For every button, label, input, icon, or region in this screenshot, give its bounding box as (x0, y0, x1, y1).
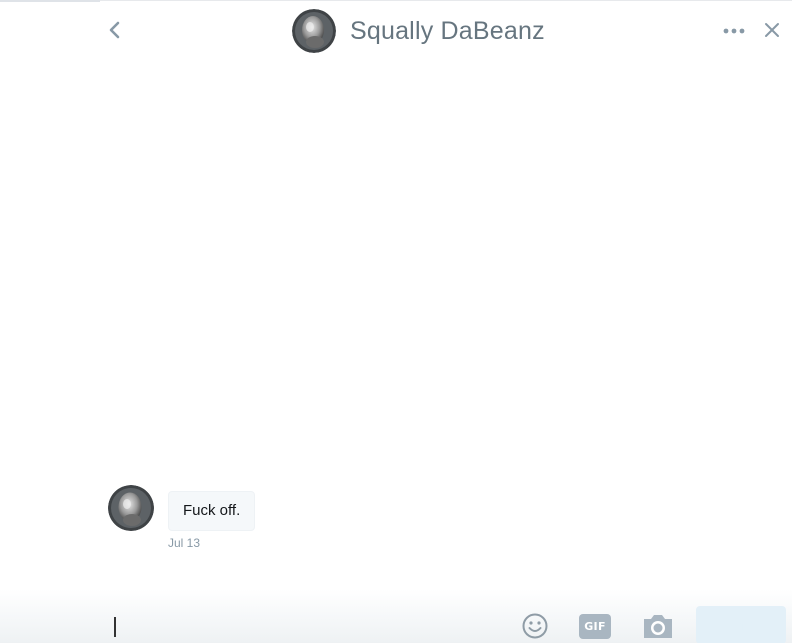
chevron-left-icon (109, 21, 120, 39)
send-button[interactable]: Send (696, 606, 786, 643)
dm-conversation-window: Squally DaBeanz Fuck off. Jul 13 GIF Sen… (0, 0, 792, 643)
avatar[interactable] (292, 9, 336, 53)
conversation-title[interactable]: Squally DaBeanz (350, 17, 545, 46)
conversation-title-group[interactable]: Squally DaBeanz (292, 9, 545, 53)
more-options-button[interactable] (720, 21, 748, 41)
emoji-button[interactable] (521, 612, 549, 640)
message-timestamp: Jul 13 (168, 536, 201, 550)
message-composer: GIF Send (0, 589, 792, 643)
message-input[interactable] (118, 611, 502, 643)
more-dots-icon (723, 28, 745, 34)
message-bubble[interactable]: Fuck off. (168, 491, 256, 531)
text-cursor (114, 617, 116, 637)
camera-button[interactable] (641, 611, 675, 641)
emoji-icon (522, 613, 548, 639)
camera-icon (644, 615, 672, 638)
gif-button[interactable]: GIF (579, 614, 611, 639)
message-avatar[interactable] (108, 485, 154, 531)
avatar-image (292, 9, 336, 53)
close-button[interactable] (760, 18, 784, 42)
close-icon (765, 23, 779, 37)
conversation-header: Squally DaBeanz (0, 1, 792, 61)
back-button[interactable] (104, 17, 126, 43)
message-avatar-image (108, 485, 154, 531)
